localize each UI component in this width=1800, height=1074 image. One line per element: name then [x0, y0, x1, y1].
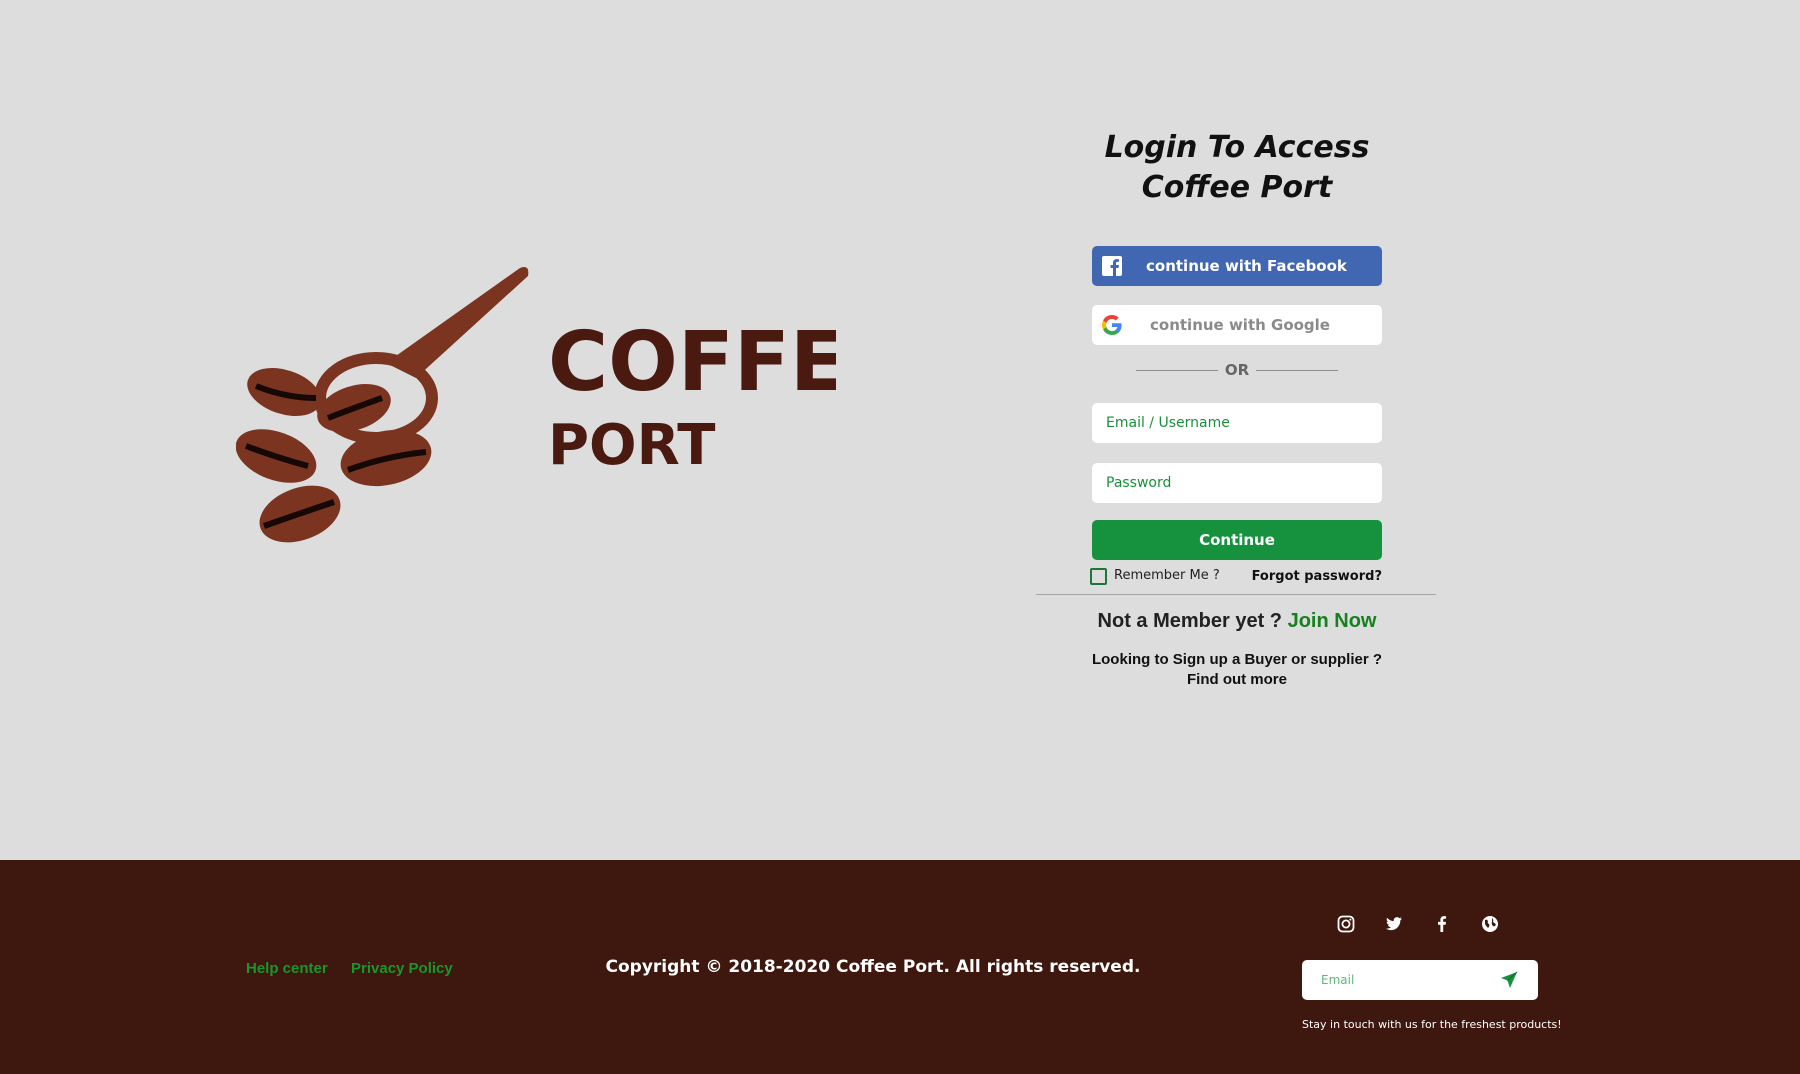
facebook-login-label: continue with Facebook — [1146, 257, 1347, 275]
login-divider — [1036, 594, 1436, 595]
facebook-social-icon[interactable] — [1433, 915, 1451, 933]
send-icon[interactable] — [1500, 971, 1518, 989]
or-line-right — [1256, 370, 1338, 371]
member-text: Not a Member yet ? — [1097, 610, 1283, 632]
logo-wordmark-coffee: COFFEE — [548, 315, 836, 410]
newsletter-email-input[interactable] — [1302, 960, 1492, 1000]
google-login-label: continue with Google — [1150, 316, 1330, 334]
logo-graphic: COFFEE PORT — [236, 267, 836, 543]
coffee-port-logo: COFFEE PORT — [236, 258, 836, 558]
privacy-policy-link[interactable]: Privacy Policy — [351, 960, 453, 977]
login-title: Login To Access Coffee Port — [1036, 128, 1438, 208]
globe-icon[interactable] — [1481, 915, 1499, 933]
main-area: COFFEE PORT Login To Access Coffee Port … — [0, 0, 1800, 860]
footer: Help center Privacy Policy Copyright © 2… — [0, 860, 1800, 1074]
facebook-icon — [1102, 256, 1122, 276]
login-panel: Login To Access Coffee Port continue wit… — [1036, 0, 1438, 860]
member-prompt: Not a Member yet ? Join Now — [1036, 607, 1438, 635]
google-icon — [1102, 315, 1122, 335]
login-title-line1: Login To Access — [1104, 130, 1370, 165]
password-field[interactable] — [1092, 463, 1382, 503]
continue-button[interactable]: Continue — [1092, 520, 1382, 560]
newsletter-box — [1302, 960, 1538, 1000]
facebook-login-button[interactable]: continue with Facebook — [1092, 246, 1382, 286]
remember-me-label: Remember Me ? — [1114, 568, 1220, 583]
login-title-line2: Coffee Port — [1141, 170, 1333, 205]
copyright-text: Copyright © 2018-2020 Coffee Port. All r… — [605, 957, 1141, 977]
remember-me-checkbox[interactable] — [1090, 568, 1107, 585]
email-username-field[interactable] — [1092, 403, 1382, 443]
remember-me[interactable]: Remember Me ? — [1090, 567, 1230, 585]
instagram-icon[interactable] — [1337, 915, 1355, 933]
signup-question: Looking to Sign up a Buyer or supplier ? — [1091, 651, 1382, 668]
join-now-link[interactable]: Join Now — [1288, 610, 1377, 632]
twitter-icon[interactable] — [1385, 915, 1403, 933]
logo-wordmark-port: PORT — [548, 413, 715, 478]
signup-info: Looking to Sign up a Buyer or supplier ?… — [1036, 650, 1438, 690]
find-out-more-link[interactable]: Find out more — [1036, 670, 1438, 690]
help-center-link[interactable]: Help center — [246, 960, 328, 977]
stay-in-touch-text: Stay in touch with us for the freshest p… — [1302, 1018, 1562, 1031]
forgot-password-link[interactable]: Forgot password? — [1252, 568, 1382, 586]
google-login-button[interactable]: continue with Google — [1092, 305, 1382, 345]
coffee-beans-graphic — [236, 368, 432, 543]
or-separator: OR — [1136, 360, 1338, 380]
